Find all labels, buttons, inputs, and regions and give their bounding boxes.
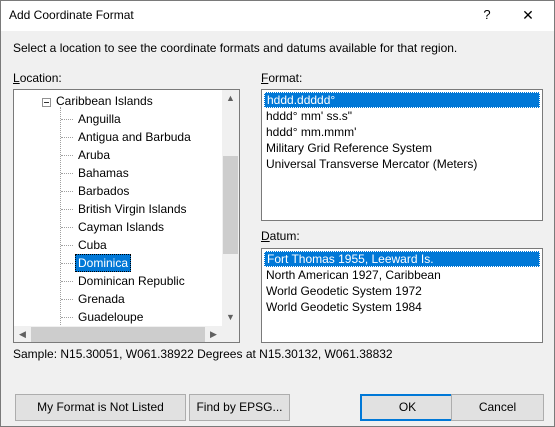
tree-node-item[interactable]: Guadeloupe [75, 308, 146, 326]
tree-connector-line [61, 191, 73, 192]
datum-list-item[interactable]: World Geodetic System 1972 [264, 283, 540, 299]
format-list-item[interactable]: Universal Transverse Mercator (Meters) [264, 156, 540, 172]
tree-node-item[interactable]: Barbados [75, 182, 132, 200]
tree-node-item[interactable]: Grenada [75, 290, 128, 308]
tree-node-caribbean-islands[interactable]: Caribbean Islands [56, 92, 153, 110]
tree-node-item[interactable]: Cuba [75, 236, 110, 254]
tree-connector-line [61, 209, 73, 210]
datum-list-item[interactable]: North American 1927, Caribbean [264, 267, 540, 283]
location-label-accel: L [13, 71, 20, 85]
location-tree-viewport: Caribbean Islands Anguilla Antigua and Ba… [14, 90, 222, 326]
tree-node-item[interactable]: Dominica [75, 254, 132, 272]
tree-node-item[interactable]: Bahamas [75, 164, 132, 182]
horizontal-scroll-thumb[interactable] [31, 327, 205, 342]
tree-connector-line [60, 107, 61, 326]
tree-connector-line [61, 137, 73, 138]
title-bar: Add Coordinate Format ? ✕ [1, 1, 554, 31]
format-list-item[interactable]: hddd° mm.mmm' [264, 124, 540, 140]
collapse-toggle-icon[interactable] [42, 98, 51, 107]
datum-list-item[interactable]: Fort Thomas 1955, Leeward Is. [264, 251, 540, 267]
tree-connector-line [61, 173, 73, 174]
help-button[interactable]: ? [475, 5, 499, 25]
tree-connector-line [61, 299, 73, 300]
format-list[interactable]: hddd.ddddd° hddd° mm' ss.s" hddd° mm.mmm' M… [261, 89, 543, 221]
sample-text: Sample: N15.30051, W061.38922 Degrees at… [13, 347, 393, 361]
datum-label-text: atum: [269, 229, 300, 243]
datum-label: Datum: [261, 229, 300, 243]
location-label: Location: [13, 71, 62, 85]
tree-connector-line [61, 155, 73, 156]
format-not-listed-button[interactable]: My Format is Not Listed [15, 394, 186, 421]
scroll-right-icon[interactable]: ▶ [205, 326, 222, 342]
tree-connector-line [61, 227, 73, 228]
location-vertical-scrollbar[interactable]: ▲ ▼ [222, 90, 239, 326]
tree-node-item[interactable]: Antigua and Barbuda [75, 128, 194, 146]
format-list-item[interactable]: hddd.ddddd° [264, 92, 540, 108]
datum-label-accel: D [261, 229, 270, 243]
scroll-up-icon[interactable]: ▲ [222, 90, 239, 107]
scroll-left-icon[interactable]: ◀ [14, 326, 31, 342]
tree-node-item[interactable]: Dominican Republic [75, 272, 188, 290]
format-list-item[interactable]: Military Grid Reference System [264, 140, 540, 156]
tree-node-item[interactable]: British Virgin Islands [75, 200, 190, 218]
scrollbar-corner [222, 326, 239, 342]
format-list-item[interactable]: hddd° mm' ss.s" [264, 108, 540, 124]
tree-node-item[interactable]: Cayman Islands [75, 218, 167, 236]
vertical-scroll-thumb[interactable] [223, 156, 238, 254]
datum-list[interactable]: Fort Thomas 1955, Leeward Is. North Ameri… [261, 248, 543, 343]
tree-connector-line [61, 245, 73, 246]
tree-connector-line [61, 263, 73, 264]
location-horizontal-scrollbar[interactable]: ◀ ▶ [14, 326, 222, 342]
tree-connector-line [61, 317, 73, 318]
tree-connector-line [61, 281, 73, 282]
add-coordinate-format-dialog: Add Coordinate Format ? ✕ Select a locat… [0, 0, 555, 427]
find-by-epsg-button[interactable]: Find by EPSG... [189, 394, 290, 421]
instructions-text: Select a location to see the coordinate … [13, 41, 458, 55]
tree-connector-line [61, 119, 73, 120]
close-button[interactable]: ✕ [516, 5, 540, 25]
datum-list-item[interactable]: World Geodetic System 1984 [264, 299, 540, 315]
tree-node-item[interactable]: Anguilla [75, 110, 124, 128]
tree-node-item[interactable]: Aruba [75, 146, 113, 164]
location-label-text: ocation: [19, 71, 62, 85]
cancel-button[interactable]: Cancel [451, 394, 544, 421]
ok-button[interactable]: OK [360, 394, 455, 421]
format-label: Format: [261, 71, 302, 85]
scroll-down-icon[interactable]: ▼ [222, 309, 239, 326]
format-label-text: ormat: [268, 71, 303, 85]
location-tree[interactable]: Caribbean Islands Anguilla Antigua and Ba… [13, 89, 240, 343]
window-title: Add Coordinate Format [9, 8, 134, 22]
